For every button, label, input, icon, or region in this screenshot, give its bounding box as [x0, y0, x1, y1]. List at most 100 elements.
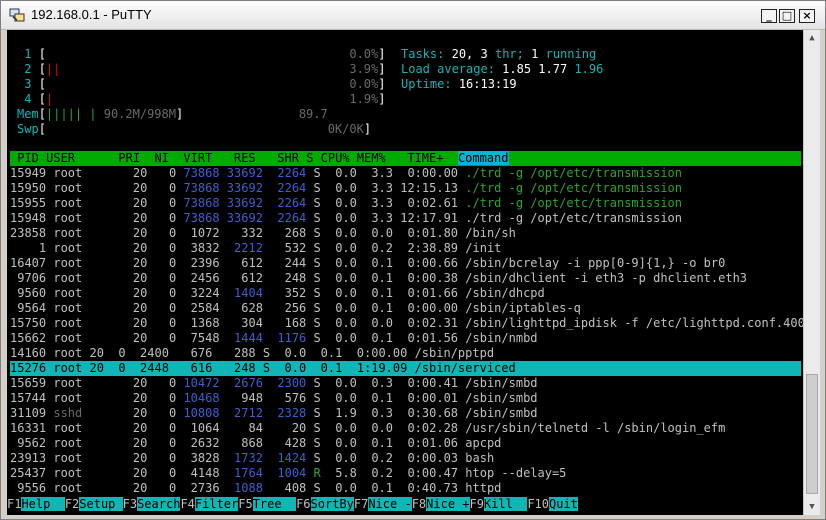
- process-command: /init: [465, 241, 502, 255]
- process-res: 1404: [226, 286, 263, 300]
- fkey-label-f8[interactable]: Nice +: [426, 497, 470, 511]
- process-cpu: 0.0: [320, 286, 357, 300]
- process-cpu: 0.0: [320, 181, 357, 195]
- process-time: 2:38.89: [393, 241, 459, 255]
- process-mem: 0.1: [356, 256, 393, 270]
- fkey-f10[interactable]: F10: [527, 497, 549, 511]
- process-res: 868: [226, 436, 263, 450]
- process-row[interactable]: 16407 root 20 0 2396 612 244 S 0.0 0.1 0…: [10, 256, 725, 271]
- process-row[interactable]: 15950 root 20 0 73868 33692 2264 S 0.0 3…: [10, 181, 682, 196]
- process-command: /bin/sh: [465, 226, 516, 240]
- process-row[interactable]: 31109 sshd 20 0 10808 2712 2328 S 1.9 0.…: [10, 406, 538, 421]
- fkey-label-f9[interactable]: Kill: [483, 497, 528, 511]
- fkey-label-f10[interactable]: Quit: [549, 497, 578, 511]
- maximize-button[interactable]: □: [779, 9, 795, 23]
- process-row[interactable]: 15744 root 20 0 10468 948 576 S 0.0 0.1 …: [10, 391, 538, 406]
- cpu-meter-3: 3 [ 0.0%]: [17, 77, 386, 92]
- fkey-label-f2[interactable]: Setup: [79, 497, 123, 511]
- fkey-f6[interactable]: F6: [296, 497, 310, 511]
- process-user: root: [53, 211, 119, 225]
- process-row[interactable]: 15955 root 20 0 73868 33692 2264 S 0.0 3…: [10, 196, 682, 211]
- process-virt: 2456: [183, 271, 220, 285]
- title-bar[interactable]: 192.168.0.1 - PuTTY _ □ ×: [1, 1, 825, 30]
- process-pid: 9562: [10, 436, 47, 450]
- scroll-up-arrow-icon[interactable]: ▲: [804, 30, 820, 46]
- process-virt: 7548: [183, 331, 220, 345]
- fkey-label-f5[interactable]: Tree: [252, 497, 297, 511]
- process-priority: 20: [118, 376, 148, 390]
- fkey-label-f1[interactable]: Help: [21, 497, 65, 511]
- scrollbar-thumb[interactable]: [806, 374, 818, 494]
- scroll-down-arrow-icon[interactable]: ▼: [804, 499, 820, 515]
- process-state: S: [313, 271, 321, 285]
- process-pid: 15659: [10, 376, 47, 390]
- fkey-f8[interactable]: F8: [412, 497, 426, 511]
- process-row[interactable]: 15659 root 20 0 10472 2676 2300 S 0.0 0.…: [10, 376, 538, 391]
- process-nice: 0: [147, 211, 177, 225]
- process-row[interactable]: 9564 root 20 0 2584 628 256 S 0.0 0.1 0:…: [10, 301, 581, 316]
- mem-meter: Mem[||||| | 90.2M/998M] 89.7: [17, 107, 328, 122]
- process-row[interactable]: 9560 root 20 0 3224 1404 352 S 0.0 0.1 0…: [10, 286, 545, 301]
- process-pid: 16407: [10, 256, 47, 270]
- meter-bracket: [: [38, 92, 46, 106]
- command-column-header[interactable]: Command: [457, 151, 509, 165]
- fkey-f4[interactable]: F4: [180, 497, 194, 511]
- process-state: S: [313, 376, 321, 390]
- process-mem: 0.1: [356, 271, 393, 285]
- meter-bracket: ]: [378, 77, 386, 91]
- process-user: root: [53, 241, 119, 255]
- fkey-label-f4[interactable]: Filter: [194, 497, 239, 511]
- fkey-f5[interactable]: F5: [238, 497, 252, 511]
- process-mem: 0.1: [356, 481, 393, 495]
- process-row[interactable]: 9556 root 20 0 2736 1088 408 S 0.0 0.1 0…: [10, 481, 501, 496]
- fkey-f3[interactable]: F3: [123, 497, 137, 511]
- process-row[interactable]: 16331 root 20 0 1064 84 20 S 0.0 0.0 0:0…: [10, 421, 725, 436]
- fkey-label-f7[interactable]: Nice -: [368, 497, 412, 511]
- process-command: /sbin/smbd: [465, 406, 538, 420]
- process-command: httpd: [465, 481, 502, 495]
- process-command: /sbin/smbd: [465, 376, 538, 390]
- fkey-f2[interactable]: F2: [65, 497, 79, 511]
- fkey-label-f3[interactable]: Search: [137, 497, 181, 511]
- process-time: 0:00.00: [393, 166, 459, 180]
- process-table-header[interactable]: PID USER PRI NI VIRT RES SHR S CPU% MEM%…: [10, 151, 801, 166]
- process-row[interactable]: 9706 root 20 0 2456 612 248 S 0.0 0.1 0:…: [10, 271, 747, 286]
- process-user: root: [53, 256, 119, 270]
- process-shr: 2264: [270, 181, 307, 195]
- fkey-label-f6[interactable]: SortBy: [310, 497, 354, 511]
- process-virt: 1064: [183, 421, 220, 435]
- terminal-screen[interactable]: 1 [ 0.0%] 2 [|| 3.9%] 3 [ 0.0%] 4 [| 1.9…: [7, 30, 803, 515]
- fkey-f1[interactable]: F1: [7, 497, 21, 511]
- fkey-f9[interactable]: F9: [470, 497, 484, 511]
- fkey-f7[interactable]: F7: [354, 497, 368, 511]
- minimize-button[interactable]: _: [761, 9, 777, 23]
- process-nice: 0: [147, 481, 177, 495]
- process-cpu: 0.0: [320, 481, 357, 495]
- process-row[interactable]: 25437 root 20 0 4148 1764 1004 R 5.8 0.2…: [10, 466, 566, 481]
- vertical-scrollbar[interactable]: ▲ ▼: [803, 30, 820, 515]
- process-priority: 20: [118, 466, 148, 480]
- process-user: root: [53, 226, 119, 240]
- process-row[interactable]: 23913 root 20 0 3828 1732 1424 S 0.0 0.2…: [10, 451, 494, 466]
- process-row[interactable]: 15750 root 20 0 1368 304 168 S 0.0 0.0 0…: [10, 316, 803, 331]
- process-row[interactable]: 14160 root 20 0 2400 676 288 S 0.0 0.1 0…: [10, 346, 494, 361]
- process-res: 2212: [226, 241, 263, 255]
- process-row[interactable]: 9562 root 20 0 2632 868 428 S 0.0 0.1 0:…: [10, 436, 501, 451]
- process-row[interactable]: 15949 root 20 0 73868 33692 2264 S 0.0 3…: [10, 166, 682, 181]
- process-row[interactable]: 1 root 20 0 3832 2212 532 S 0.0 0.2 2:38…: [10, 241, 502, 256]
- close-button[interactable]: ×: [799, 9, 815, 23]
- process-pid: 31109: [10, 406, 47, 420]
- process-priority: 20: [118, 226, 148, 240]
- process-row[interactable]: 15662 root 20 0 7548 1444 1176 S 0.0 0.1…: [10, 331, 538, 346]
- process-res: 2676: [226, 376, 263, 390]
- process-row[interactable]: 15948 root 20 0 73868 33692 2264 S 0.0 3…: [10, 211, 682, 226]
- putty-app-icon[interactable]: [9, 7, 25, 23]
- process-virt: 1072: [183, 226, 220, 240]
- process-row[interactable]: 15276 root 20 0 2448 616 248 S 0.0 0.1 1…: [10, 361, 801, 376]
- process-row[interactable]: 23858 root 20 0 1072 332 268 S 0.0 0.0 0…: [10, 226, 516, 241]
